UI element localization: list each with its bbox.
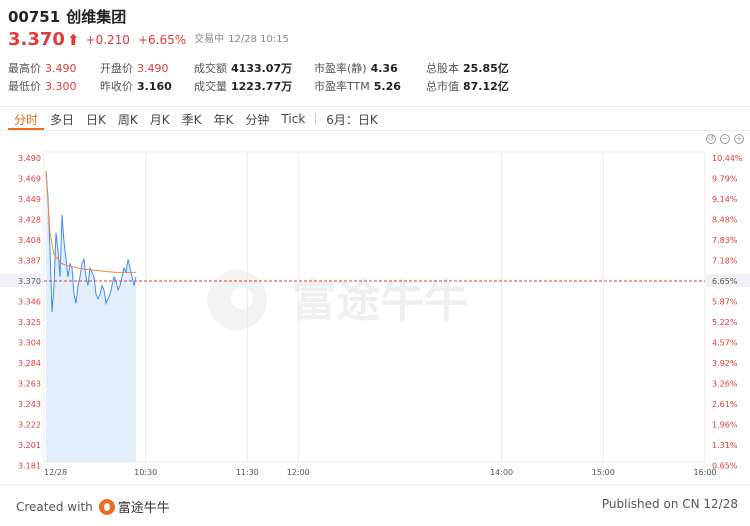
tab-intraday[interactable]: 分时 bbox=[8, 111, 44, 128]
stats-row-1: 最高价 3.490 开盘价 3.490 成交额 4133.07万 市盈率(静) 4.36… bbox=[8, 60, 748, 78]
average-line bbox=[45, 170, 136, 273]
current-price: 3.370 bbox=[8, 29, 65, 50]
y-tick-label-right: 2.61% bbox=[712, 400, 738, 409]
stat-market-cap: 总市值 87.12亿 bbox=[426, 80, 509, 93]
y-tick-label-right: 3.26% bbox=[712, 380, 738, 389]
published-info: Published on CN 12/28 bbox=[601, 497, 738, 511]
price-change-percent: +6.65% bbox=[137, 33, 187, 47]
y-tick-label-left: 3.346 bbox=[18, 298, 41, 307]
watermark-logo-icon bbox=[231, 287, 253, 309]
stock-name: 创维集团 bbox=[66, 8, 127, 26]
y-tick-label-right: 4.57% bbox=[712, 339, 738, 348]
tab-tick[interactable]: Tick bbox=[275, 112, 311, 126]
stat-volume: 成交量 1223.77万 bbox=[194, 80, 293, 93]
stat-total-shares: 总股本 25.85亿 bbox=[426, 62, 509, 75]
y-tick-label-left: 3.181 bbox=[18, 462, 41, 471]
stat-prev-close: 昨收价 3.160 bbox=[100, 80, 172, 93]
y-tick-label-left: 3.284 bbox=[18, 359, 41, 368]
tab-separator bbox=[315, 113, 317, 125]
y-tick-label-right: 8.48% bbox=[712, 216, 738, 225]
quote-header: 00751 创维集团 3.370 ⬆ +0.210 +6.65% 交易中 12/2… bbox=[8, 6, 742, 52]
stats-panel: 最高价 3.490 开盘价 3.490 成交额 4133.07万 市盈率(静) 4.36… bbox=[8, 60, 748, 96]
price-area bbox=[46, 171, 136, 462]
y-tick-label-right: 10.44% bbox=[712, 154, 743, 163]
brand-name: 富途牛牛 bbox=[117, 501, 170, 516]
y-tick-label-left: 3.490 bbox=[18, 154, 41, 163]
y-tick-label-left: 3.304 bbox=[18, 339, 41, 348]
tab-weekly-k[interactable]: 周K bbox=[112, 111, 144, 128]
y-tick-label-right: 9.79% bbox=[712, 175, 738, 184]
y-tick-label-left: 3.408 bbox=[18, 236, 41, 245]
stat-pe-ttm: 市盈率TTM 5.26 bbox=[314, 80, 401, 93]
y-tick-label-right: 3.92% bbox=[712, 359, 738, 368]
y-tick-label-right: 5.22% bbox=[712, 318, 738, 327]
x-tick-label: 14:00 bbox=[490, 468, 513, 477]
chart-tabs: 分时 多日 日K 周K 月K 季K 年K 分钟 Tick 6月：日K bbox=[8, 108, 384, 130]
y-tick-label-left: 3.469 bbox=[18, 175, 41, 184]
tab-quarterly-k[interactable]: 季K bbox=[176, 111, 208, 128]
y-tick-label-right: 9.14% bbox=[712, 195, 738, 204]
y-tick-label-left: 3.201 bbox=[18, 441, 41, 450]
divider bbox=[0, 130, 750, 131]
footer: Created with 富途牛牛 Published on CN 12/28 bbox=[0, 484, 750, 526]
y-tick-label-left: 3.449 bbox=[18, 195, 41, 204]
tab-multi-day[interactable]: 多日 bbox=[44, 111, 80, 128]
y-tick-label-right: 7.83% bbox=[712, 236, 738, 245]
tab-yearly-k[interactable]: 年K bbox=[208, 111, 240, 128]
divider bbox=[0, 106, 750, 107]
tab-minute[interactable]: 分钟 bbox=[239, 111, 275, 128]
arrow-up-icon: ⬆ bbox=[66, 31, 80, 49]
y-tick-label-left: 3.263 bbox=[18, 380, 41, 389]
y-tick-label-right: 1.31% bbox=[712, 441, 738, 450]
y-tick-label-left: 3.370 bbox=[18, 277, 41, 286]
y-tick-label-left: 3.325 bbox=[18, 318, 41, 327]
stock-code: 00751 bbox=[8, 8, 61, 26]
tab-6m-daily-k[interactable]: 6月：日K bbox=[320, 111, 384, 128]
stat-low: 最低价 3.300 bbox=[8, 80, 77, 93]
x-tick-label: 11:30 bbox=[236, 468, 259, 477]
intraday-chart: 富途牛牛 3.490 10.44% 3.469 9.79% 3.449 9.14% 3.428… bbox=[0, 151, 750, 477]
futu-logo-icon bbox=[98, 498, 115, 515]
y-tick-label-right: 5.87% bbox=[712, 298, 738, 307]
y-tick-label-left: 3.243 bbox=[18, 400, 41, 409]
stat-pe-static: 市盈率(静) 4.36 bbox=[314, 62, 398, 75]
y-tick-label-left: 3.222 bbox=[18, 421, 41, 430]
stat-turnover: 成交额 4133.07万 bbox=[194, 62, 293, 75]
x-tick-label: 15:00 bbox=[592, 468, 615, 477]
price-change: +0.210 bbox=[85, 33, 130, 47]
x-tick-label: 12/28 bbox=[44, 468, 67, 477]
y-tick-label-left: 3.428 bbox=[18, 216, 41, 225]
stat-open: 开盘价 3.490 bbox=[100, 62, 169, 75]
stats-row-2: 最低价 3.300 昨收价 3.160 成交量 1223.77万 市盈率TTM 5.26… bbox=[8, 78, 748, 96]
tab-monthly-k[interactable]: 月K bbox=[144, 111, 176, 128]
quote-line: 3.370 ⬆ +0.210 +6.65% 交易中 12/28 10:15 bbox=[8, 28, 742, 52]
y-tick-label-right: 7.18% bbox=[712, 257, 738, 266]
y-tick-label-right: 1.96% bbox=[712, 421, 738, 430]
trading-status: 交易中 bbox=[194, 34, 225, 45]
x-tick-label: 16:00 bbox=[693, 468, 716, 477]
x-tick-label: 10:30 bbox=[134, 468, 157, 477]
x-tick-label: 12:00 bbox=[287, 468, 310, 477]
quote-time: 12/28 10:15 bbox=[228, 34, 289, 45]
y-tick-label-left: 3.387 bbox=[18, 257, 41, 266]
y-tick-label-right: 6.65% bbox=[712, 277, 738, 286]
stat-high: 最高价 3.490 bbox=[8, 62, 77, 75]
tab-daily-k[interactable]: 日K bbox=[80, 111, 112, 128]
created-with: Created with 富途牛牛 bbox=[16, 497, 170, 516]
stock-title: 00751 创维集团 bbox=[8, 6, 742, 28]
watermark-text: 富途牛牛 bbox=[292, 276, 468, 327]
